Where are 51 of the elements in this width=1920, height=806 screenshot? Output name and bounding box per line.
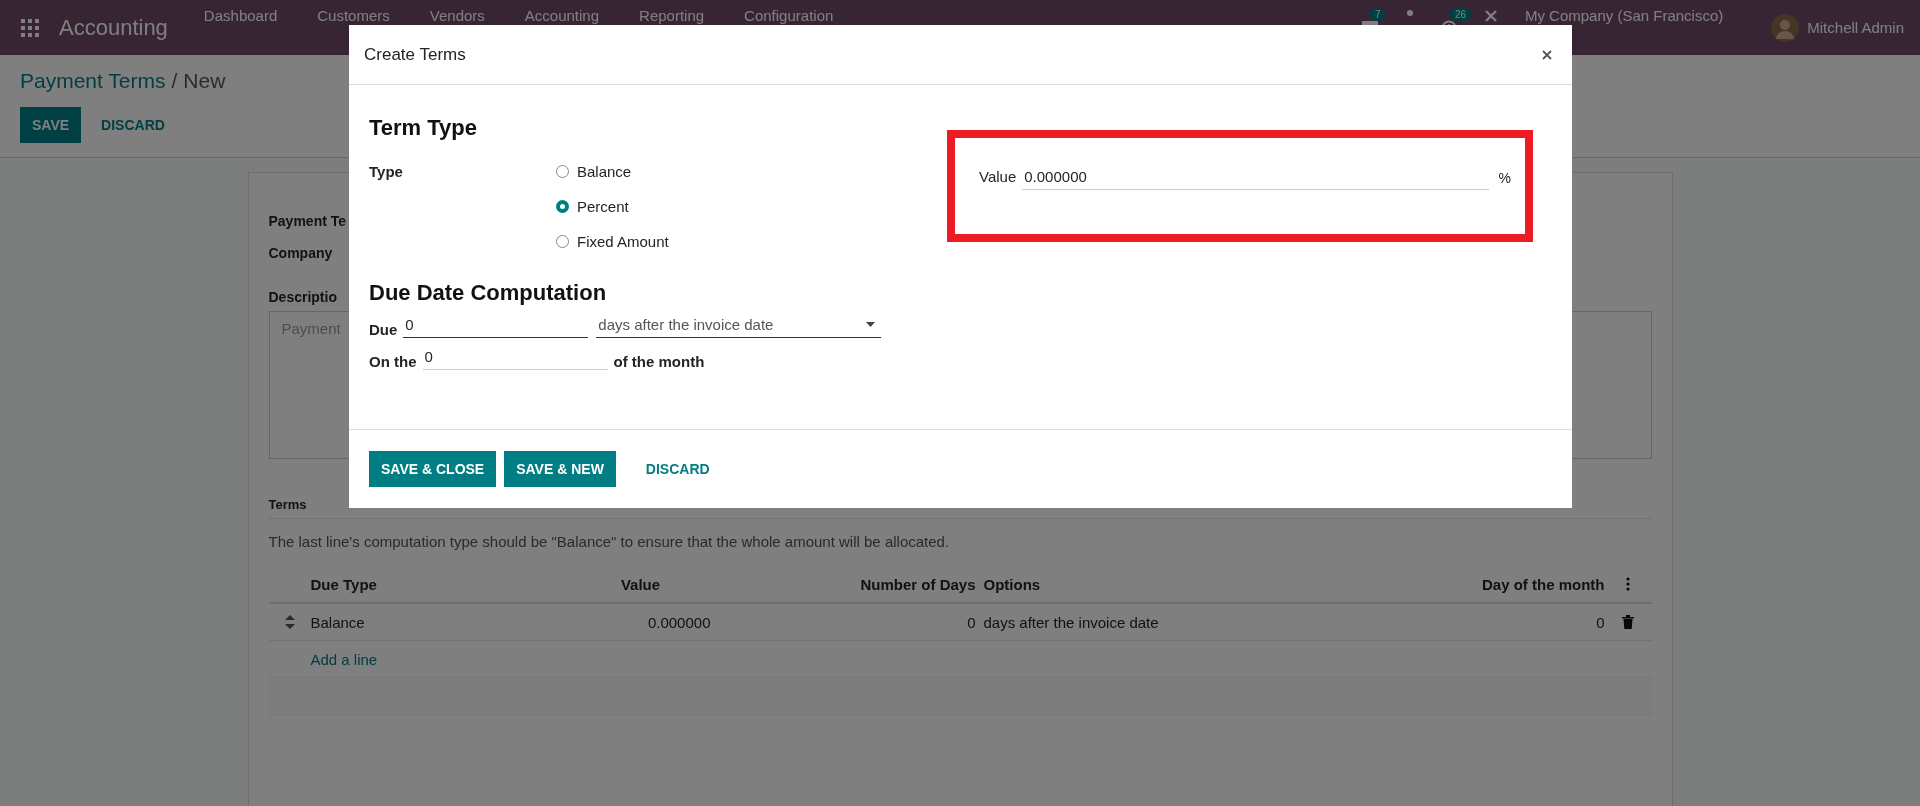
column-header[interactable]: Options <box>975 575 1400 593</box>
radio-option[interactable]: Fixed Amount <box>556 233 929 250</box>
dropdown-field[interactable]: days after the invoice date <box>596 314 882 338</box>
menu-item[interactable]: Dashboard <box>203 7 278 24</box>
field-label: Value <box>979 167 1017 185</box>
discard-button[interactable]: DISCARD <box>633 451 722 487</box>
table-cell-text: Balance <box>310 613 366 631</box>
menu-item[interactable]: Configuration <box>744 7 834 24</box>
menu-item[interactable]: Vendors <box>429 7 485 24</box>
column-header[interactable]: Due Type <box>310 575 561 593</box>
discard-button[interactable]: DISCARD <box>89 107 177 143</box>
column-header[interactable]: Value <box>560 575 721 593</box>
section-heading: Due Date Computation <box>369 280 607 306</box>
field-label: Payment Te <box>268 213 347 229</box>
table-cell-text: 0.000000 <box>646 613 712 631</box>
input-field[interactable]: 0 <box>422 346 608 370</box>
field-label: of the month <box>613 353 705 370</box>
breadcrumb-current: New <box>183 69 226 93</box>
table-cell-text: 0 <box>1595 613 1605 631</box>
user-name[interactable]: Mitchell Admin <box>1807 19 1904 36</box>
field-label: Descriptio <box>268 289 337 305</box>
table-cell-text: days after the invoice date <box>982 613 1160 631</box>
section-heading: Term Type <box>369 115 477 141</box>
unit-label: % <box>1498 169 1511 186</box>
input-field[interactable]: 0 <box>403 314 589 338</box>
save-button[interactable]: SAVE & CLOSE <box>369 451 497 487</box>
save-button[interactable]: SAVE & NEW <box>504 451 616 487</box>
column-header[interactable]: Number of Days <box>720 575 976 593</box>
company-switcher[interactable]: My Company (San Francisco) <box>1524 7 1724 24</box>
column-header[interactable]: Day of the month <box>1399 575 1605 593</box>
breadcrumb-separator: / <box>171 69 178 93</box>
field-label: On the <box>369 353 417 370</box>
message-count-badge: 7 <box>1369 7 1386 21</box>
save-button[interactable]: SAVE <box>20 107 82 143</box>
add-line-link[interactable]: Add a line <box>310 650 378 668</box>
app-name[interactable]: Accounting <box>59 14 168 41</box>
table-row[interactable]: Balance 0.000000 0 days after the invoice date 0 <box>268 604 1652 641</box>
radio-option[interactable]: Percent <box>556 198 929 215</box>
dialog-title: Create Terms <box>364 44 466 65</box>
input-field[interactable]: 0.000000 <box>1022 166 1489 190</box>
activity-count-badge: 26 <box>1449 7 1471 21</box>
menu-item[interactable]: Accounting <box>524 7 600 24</box>
breadcrumb-link[interactable]: Payment Terms <box>20 69 166 93</box>
field-label: Due <box>369 321 398 338</box>
help-text: The last line's computation type should be "Balance" to ensure that the whole amount will be allocated. <box>268 533 951 550</box>
menu-item[interactable]: Reporting <box>639 7 705 24</box>
table-cell-text: 0 <box>966 613 976 631</box>
field-label: Type <box>369 163 404 182</box>
radio-option[interactable]: Balance <box>556 163 929 180</box>
field-label: Company <box>268 245 333 261</box>
menu-item[interactable]: Customers <box>317 7 390 24</box>
